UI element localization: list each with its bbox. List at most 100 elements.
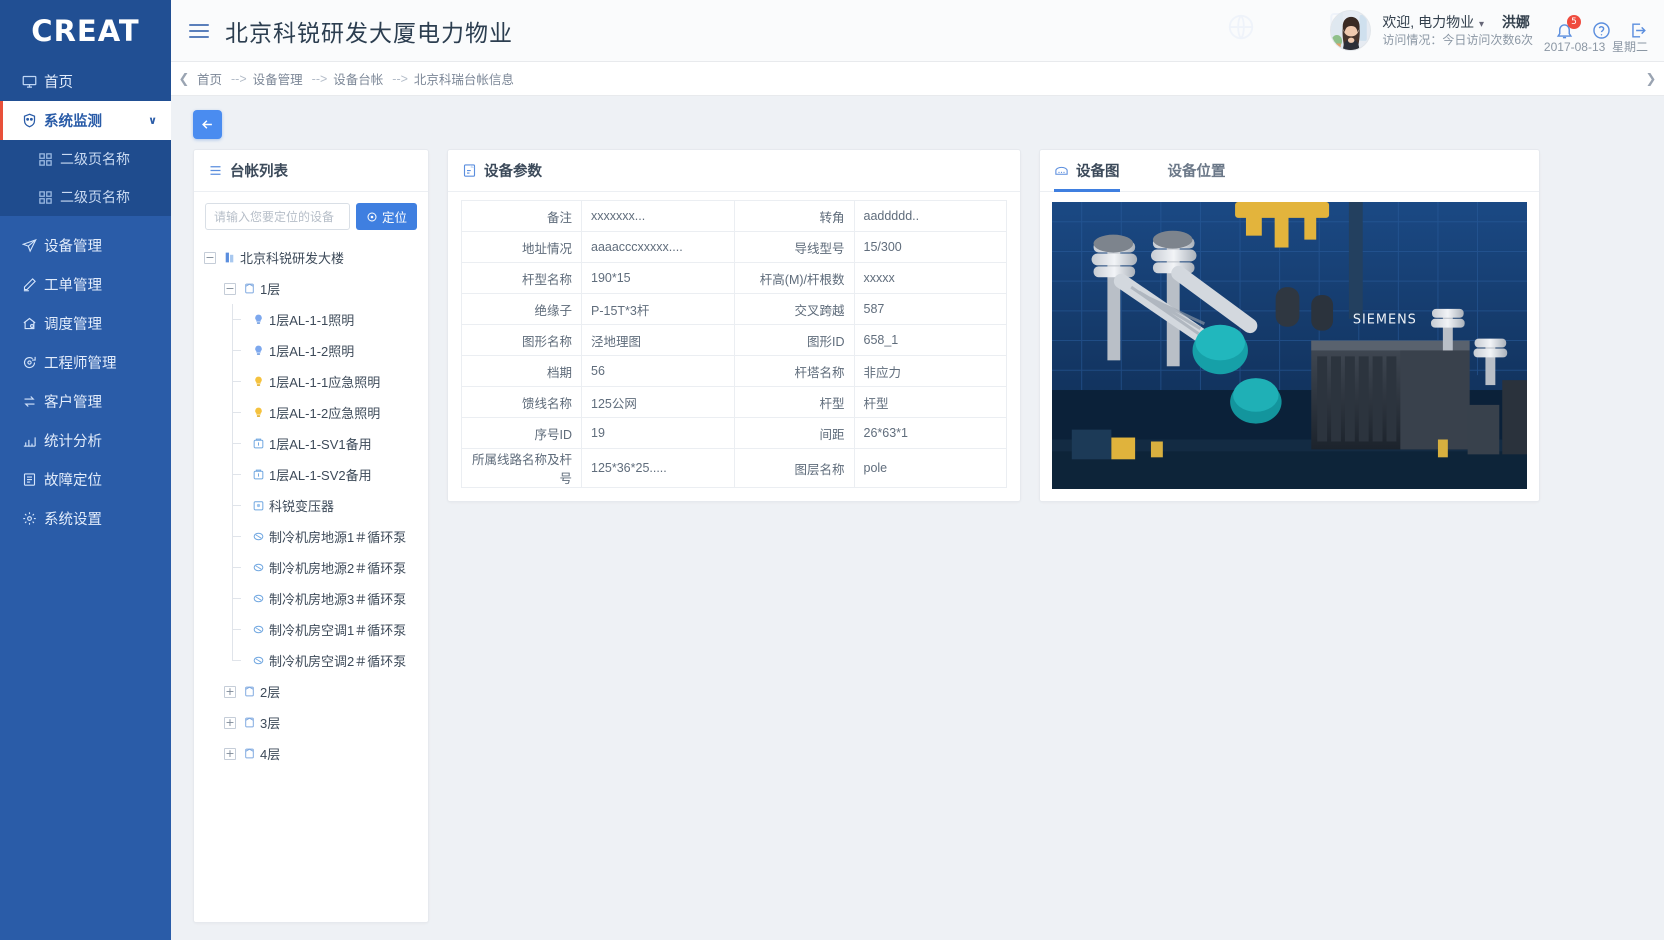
- cabinet-icon: [252, 437, 269, 450]
- sidebar-subitem-label-0: 二级页名称: [60, 149, 130, 169]
- param-value: pole: [854, 449, 1007, 488]
- home-gear-icon: [22, 316, 44, 331]
- sidebar-subnav: 二级页名称 二级页名称: [0, 140, 171, 216]
- chevron-down-icon[interactable]: ∨: [148, 114, 157, 127]
- grid-icon: [38, 152, 60, 167]
- tree-node[interactable]: −北京科锐研发大楼: [204, 242, 428, 273]
- breadcrumb-item-1[interactable]: 设备管理: [253, 69, 303, 88]
- breadcrumb-item-2[interactable]: 设备台帐: [333, 69, 383, 88]
- sidebar-item-workorder-management[interactable]: 工单管理: [0, 265, 171, 304]
- user-name: 洪娜: [1502, 14, 1530, 30]
- chevron-right-icon[interactable]: ❯: [1638, 71, 1664, 87]
- current-date: 2017-08-13: [1544, 40, 1605, 54]
- pump-icon: [252, 530, 269, 543]
- tree-node[interactable]: 1层AL-1-2应急照明: [204, 397, 428, 428]
- sidebar-item-device-management[interactable]: 设备管理: [0, 226, 171, 265]
- chevron-down-icon[interactable]: ▾: [1479, 19, 1484, 30]
- tree-toggle[interactable]: +: [224, 748, 236, 760]
- breadcrumb-item-0[interactable]: 首页: [197, 69, 222, 88]
- param-row: 档期56杆塔名称非应力: [462, 356, 1007, 387]
- locate-button[interactable]: 定位: [356, 203, 417, 230]
- sidebar-item-label-0: 设备管理: [44, 235, 102, 256]
- gear-icon: [22, 511, 44, 526]
- tree-node[interactable]: +2层: [204, 676, 428, 707]
- brand-logo[interactable]: CREAT: [0, 0, 171, 62]
- param-key: 地址情况: [462, 232, 582, 263]
- sidebar-item-system-settings[interactable]: 系统设置: [0, 499, 171, 538]
- tree-node[interactable]: 1层AL-1-SV1备用: [204, 428, 428, 459]
- sidebar-item-home[interactable]: 首页: [0, 62, 171, 101]
- tree-node[interactable]: 科锐变压器: [204, 490, 428, 521]
- ledger-list-panel: 台帐列表 定位 −北京科锐研发大楼−1层1层AL-1-1照明1层AL-1-2照明…: [193, 149, 429, 923]
- param-key: 图形ID: [734, 325, 854, 356]
- tree-node-label: 制冷机房地源1＃循环泵: [269, 527, 406, 546]
- tree-toggle[interactable]: +: [224, 717, 236, 729]
- sidebar-subitem-0[interactable]: 二级页名称: [0, 140, 171, 178]
- breadcrumb-item-3[interactable]: 北京科瑞台帐信息: [414, 69, 514, 88]
- user-meta: 欢迎, 电力物业 ▾ 洪娜 访问情况：今日访问次数6次: [1382, 12, 1533, 50]
- sidebar-item-label-5: 统计分析: [44, 430, 102, 451]
- tree-toggle[interactable]: −: [204, 252, 216, 264]
- avatar[interactable]: [1330, 10, 1371, 51]
- breadcrumb-separator-0: -->: [231, 72, 247, 86]
- tree-node[interactable]: +3层: [204, 707, 428, 738]
- breadcrumb-separator-2: -->: [392, 72, 408, 86]
- param-value: 658_1: [854, 325, 1007, 356]
- pump-icon: [252, 561, 269, 574]
- param-key: 图层名称: [734, 449, 854, 488]
- tree-node[interactable]: 制冷机房空调2＃循环泵: [204, 645, 428, 676]
- sidebar-item-statistics[interactable]: 统计分析: [0, 421, 171, 460]
- param-value: 杆型: [854, 387, 1007, 418]
- device-tree: −北京科锐研发大楼−1层1层AL-1-1照明1层AL-1-2照明1层AL-1-1…: [194, 238, 428, 779]
- sidebar-subitem-1[interactable]: 二级页名称: [0, 178, 171, 216]
- sidebar-item-system-monitor[interactable]: 系统监测 ∨: [0, 101, 171, 140]
- tree-node[interactable]: 制冷机房地源1＃循环泵: [204, 521, 428, 552]
- param-key: 所属线路名称及杆号: [462, 449, 582, 488]
- device-image-tabs: 设备图 设备位置: [1040, 150, 1539, 192]
- arrow-left-icon: [200, 117, 215, 132]
- floor-icon: [243, 716, 260, 729]
- param-value: aaddddd..: [854, 201, 1007, 232]
- param-value: 56: [582, 356, 735, 387]
- tree-node[interactable]: −1层: [204, 273, 428, 304]
- tree-node[interactable]: +4层: [204, 738, 428, 769]
- tree-node[interactable]: 制冷机房地源2＃循环泵: [204, 552, 428, 583]
- content-area: 台帐列表 定位 −北京科锐研发大楼−1层1层AL-1-1照明1层AL-1-2照明…: [171, 96, 1664, 940]
- sidebar-item-fault-location[interactable]: 故障定位: [0, 460, 171, 499]
- chevron-left-icon[interactable]: ❮: [171, 71, 197, 87]
- tree-node-label: 1层AL-1-SV2备用: [269, 465, 372, 484]
- sidebar-item-label-home: 首页: [44, 71, 73, 92]
- sidebar-item-engineer-management[interactable]: 工程师管理: [0, 343, 171, 382]
- sidebar-item-customer-management[interactable]: 客户管理: [0, 382, 171, 421]
- topbar: 北京科锐研发大厦电力物业: [171, 0, 1664, 62]
- grid-icon: [38, 190, 60, 205]
- param-key: 备注: [462, 201, 582, 232]
- tree-node[interactable]: 1层AL-1-1照明: [204, 304, 428, 335]
- tab-device-image-label: 设备图: [1076, 160, 1120, 181]
- tab-device-location[interactable]: 设备位置: [1168, 149, 1226, 191]
- param-value: 190*15: [582, 263, 735, 294]
- device-params-header: 设备参数: [448, 150, 1020, 192]
- device-image-panel: 设备图 设备位置: [1039, 149, 1540, 502]
- tree-node[interactable]: 1层AL-1-2照明: [204, 335, 428, 366]
- param-value: xxxxxxx...: [582, 201, 735, 232]
- org-name[interactable]: 电力物业: [1418, 14, 1474, 30]
- tree-toggle[interactable]: −: [224, 283, 236, 295]
- hamburger-icon[interactable]: [189, 24, 211, 38]
- tree-toggle[interactable]: +: [224, 686, 236, 698]
- back-button[interactable]: [193, 110, 222, 139]
- param-row: 杆型名称190*15杆高(M)/杆根数xxxxx: [462, 263, 1007, 294]
- tree-node[interactable]: 1层AL-1-1应急照明: [204, 366, 428, 397]
- pump-icon: [252, 592, 269, 605]
- tree-node[interactable]: 制冷机房地源3＃循环泵: [204, 583, 428, 614]
- tab-device-image[interactable]: 设备图: [1054, 149, 1120, 191]
- param-value: 587: [854, 294, 1007, 325]
- device-params-table: 备注xxxxxxx...转角aaddddd..地址情况aaaacccxxxxx.…: [461, 200, 1007, 488]
- tree-node[interactable]: 制冷机房空调1＃循环泵: [204, 614, 428, 645]
- tree-node-label: 科锐变压器: [269, 496, 334, 515]
- sidebar-item-dispatch-management[interactable]: 调度管理: [0, 304, 171, 343]
- exchange-icon: [22, 394, 44, 409]
- tree-node[interactable]: 1层AL-1-SV2备用: [204, 459, 428, 490]
- welcome-prefix: 欢迎,: [1382, 14, 1414, 30]
- tree-search-input[interactable]: [205, 203, 350, 230]
